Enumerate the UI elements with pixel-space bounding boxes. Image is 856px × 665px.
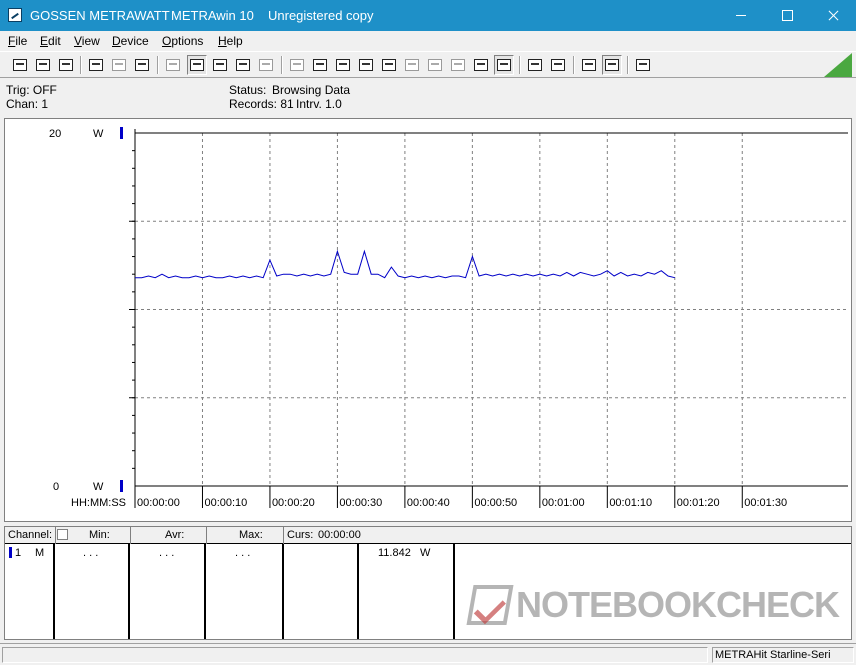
x-tick-label-9: 00:01:30 bbox=[744, 497, 787, 509]
device-write-icon[interactable] bbox=[132, 55, 152, 75]
close-button[interactable] bbox=[810, 0, 856, 31]
y-top-label: 20 bbox=[49, 128, 61, 140]
bar-icon[interactable] bbox=[256, 55, 276, 75]
keyboard-icon[interactable] bbox=[163, 55, 183, 75]
row-cursor-value: 11.842 bbox=[378, 547, 411, 559]
menu-device[interactable]: Device bbox=[112, 34, 149, 48]
records-count: Records: 81 bbox=[229, 97, 294, 111]
interval-value: Intrv. 1.0 bbox=[296, 97, 342, 111]
scale-bottom-marker bbox=[120, 480, 123, 492]
statusbar-main-pane bbox=[2, 647, 708, 663]
row-min: . . . bbox=[83, 547, 99, 559]
folder-icon[interactable] bbox=[56, 55, 76, 75]
watermark-check-icon bbox=[466, 585, 514, 625]
row-channel-number[interactable]: 1 bbox=[15, 547, 21, 559]
company-name: GOSSEN METRAWATT bbox=[30, 8, 170, 23]
unit-top-label: W bbox=[93, 128, 104, 140]
info-icon[interactable] bbox=[633, 55, 653, 75]
wave2-icon[interactable] bbox=[425, 55, 445, 75]
wave3-icon[interactable] bbox=[448, 55, 468, 75]
header-cursor: Curs: bbox=[287, 529, 314, 541]
menu-edit[interactable]: Edit bbox=[40, 34, 61, 48]
list-icon[interactable] bbox=[333, 55, 353, 75]
row-max: . . . bbox=[235, 547, 251, 559]
table-icon[interactable] bbox=[233, 55, 253, 75]
target-icon[interactable] bbox=[471, 55, 491, 75]
app-name: METRAwin 10 bbox=[171, 8, 254, 23]
print-icon[interactable] bbox=[525, 55, 545, 75]
row-cursor-unit: W bbox=[420, 547, 431, 559]
device-icon[interactable] bbox=[109, 55, 129, 75]
channel-checkbox[interactable] bbox=[57, 529, 68, 540]
header-channel: Channel: bbox=[8, 529, 53, 541]
x-axis-label: HH:MM:SS bbox=[71, 497, 126, 509]
menu-view[interactable]: View bbox=[74, 34, 100, 48]
window-icon[interactable] bbox=[287, 55, 307, 75]
menu-file[interactable]: File bbox=[8, 34, 27, 48]
print-preview-icon[interactable] bbox=[548, 55, 568, 75]
x-tick-label-7: 00:01:10 bbox=[609, 497, 652, 509]
x-tick-label-8: 00:01:20 bbox=[677, 497, 720, 509]
maximize-button[interactable] bbox=[764, 0, 810, 31]
app-logo-icon[interactable] bbox=[8, 8, 22, 22]
unit-bottom-label: W bbox=[93, 481, 104, 493]
y-bottom-label: 0 bbox=[53, 481, 59, 493]
transmit-icon[interactable] bbox=[494, 55, 514, 75]
x-tick-label-6: 00:01:00 bbox=[542, 497, 585, 509]
x-tick-label-3: 00:00:30 bbox=[339, 497, 382, 509]
zoom-wave-icon[interactable] bbox=[579, 55, 599, 75]
x-tick-label-1: 00:00:10 bbox=[204, 497, 247, 509]
save-icon[interactable] bbox=[33, 55, 53, 75]
formula-icon[interactable] bbox=[379, 55, 399, 75]
menu-options[interactable]: Options bbox=[162, 34, 203, 48]
scale-top-marker bbox=[120, 127, 123, 139]
x-tick-label-5: 00:00:50 bbox=[474, 497, 517, 509]
device-read-icon[interactable] bbox=[86, 55, 106, 75]
trigger-status: Trig: OFF bbox=[6, 83, 57, 97]
power-chart[interactable]: 00:00:00 00:00:10 00:00:20 00:00:30 00:00:40… bbox=[5, 119, 853, 523]
header-avr: Avr: bbox=[165, 529, 185, 541]
status-panel: Trig: OFF Chan: 1 Status: Browsing Data … bbox=[0, 79, 856, 116]
crosshair-icon[interactable] bbox=[210, 55, 230, 75]
title-bar: GOSSEN METRAWATT METRAwin 10 Unregistere… bbox=[0, 0, 856, 31]
table-header-right bbox=[285, 527, 851, 544]
computer-icon[interactable] bbox=[356, 55, 376, 75]
window-copy-icon[interactable] bbox=[310, 55, 330, 75]
gossen-logo-icon bbox=[824, 53, 852, 77]
menu-help[interactable]: Help bbox=[218, 34, 243, 48]
license-status: Unregistered copy bbox=[268, 8, 374, 23]
header-min: Min: bbox=[89, 529, 110, 541]
x-tick-label-4: 00:00:40 bbox=[407, 497, 450, 509]
zoom-in-icon[interactable] bbox=[602, 55, 622, 75]
header-max: Max: bbox=[239, 529, 263, 541]
graph-mode-icon[interactable] bbox=[187, 55, 207, 75]
notebookcheck-watermark: NOTEBOOKCHECK bbox=[466, 584, 840, 626]
status-label: Status: bbox=[229, 83, 267, 97]
status-value: Browsing Data bbox=[272, 83, 351, 97]
watermark-text: NOTEBOOKCHECK bbox=[516, 584, 840, 625]
minimize-button[interactable] bbox=[718, 0, 764, 31]
toolbar bbox=[0, 51, 856, 78]
chart-panel[interactable]: 00:00:00 00:00:10 00:00:20 00:00:30 00:00:40… bbox=[4, 118, 852, 522]
channel-color-marker bbox=[9, 547, 12, 558]
x-tick-label-0: 00:00:00 bbox=[137, 497, 180, 509]
open-icon[interactable] bbox=[10, 55, 30, 75]
statusbar-device: METRAHit Starline-Seri bbox=[712, 647, 854, 663]
row-avr: . . . bbox=[159, 547, 175, 559]
channel-status: Chan: 1 bbox=[6, 97, 49, 111]
x-tick-label-2: 00:00:20 bbox=[272, 497, 315, 509]
row-channel-mode: M bbox=[35, 547, 45, 559]
header-cursor-time: 00:00:00 bbox=[318, 529, 361, 541]
menu-bar: File Edit View Device Options Help bbox=[0, 31, 856, 51]
wave-icon[interactable] bbox=[402, 55, 422, 75]
status-bar: METRAHit Starline-Seri bbox=[0, 643, 856, 665]
